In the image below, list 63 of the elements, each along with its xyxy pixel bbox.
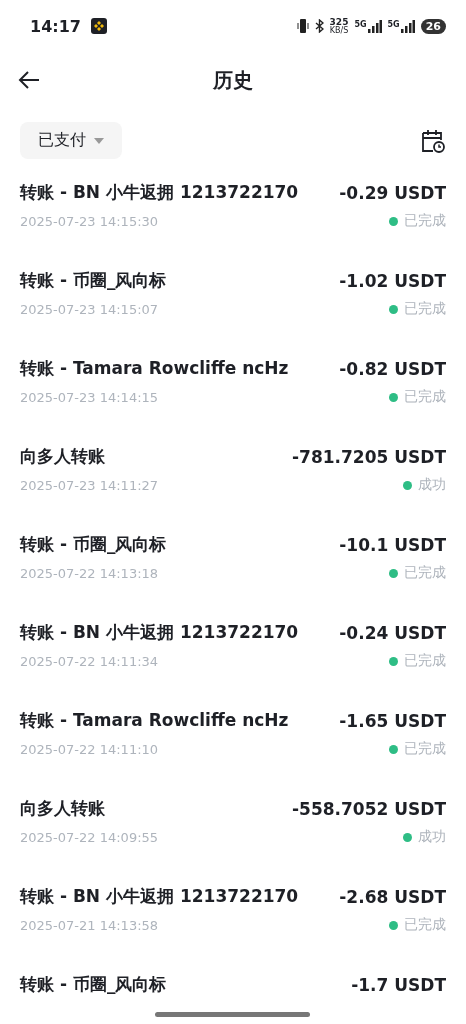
transaction-time: 2025-07-23 14:11:27 bbox=[20, 477, 159, 493]
status-dot bbox=[389, 216, 398, 226]
signal-icon bbox=[367, 19, 382, 33]
transaction-status: 已完成 bbox=[404, 740, 446, 758]
status-dot bbox=[389, 744, 398, 754]
status-dot bbox=[403, 832, 412, 842]
signal-icon bbox=[400, 19, 415, 33]
network-type: 5G bbox=[354, 19, 367, 29]
transaction-amount: -0.24 USDT bbox=[339, 622, 446, 643]
status-dot bbox=[389, 392, 398, 402]
filter-dropdown[interactable]: 已支付 bbox=[20, 122, 122, 159]
transaction-title: 转账 - BN 小牛返拥 1213722170 bbox=[20, 885, 299, 908]
transaction-title: 转账 - Tamara Rowcliffe ncHz bbox=[20, 709, 289, 732]
bluetooth-icon bbox=[314, 19, 324, 33]
dropdown-caret-icon bbox=[94, 137, 104, 144]
status-dot bbox=[389, 656, 398, 666]
transaction-amount: -781.7205 USDT bbox=[292, 446, 446, 467]
calendar-clock-icon[interactable] bbox=[420, 127, 446, 154]
transaction-amount: -0.82 USDT bbox=[339, 358, 446, 379]
network-type: 5G bbox=[387, 19, 400, 29]
transaction-title: 转账 - BN 小牛返拥 1213722170 bbox=[20, 181, 299, 204]
transaction-amount: -0.29 USDT bbox=[339, 182, 446, 203]
battery-level: 26 bbox=[420, 18, 446, 34]
transaction-title: 转账 - 币圈_风向标 bbox=[20, 533, 167, 556]
transaction-status: 已完成 bbox=[404, 300, 446, 318]
back-arrow-icon[interactable] bbox=[18, 70, 40, 90]
transaction-title: 转账 - 币圈_风向标 bbox=[20, 269, 167, 292]
transaction-status: 已完成 bbox=[404, 212, 446, 230]
transaction-amount: -1.7 USDT bbox=[351, 974, 446, 995]
transaction-amount: -10.1 USDT bbox=[339, 534, 446, 555]
status-dot bbox=[389, 304, 398, 314]
transaction-status: 已完成 bbox=[404, 916, 446, 934]
transaction-title: 转账 - Tamara Rowcliffe ncHz bbox=[20, 357, 289, 380]
transaction-amount: -1.65 USDT bbox=[339, 710, 446, 731]
network-speed: 325 bbox=[329, 17, 349, 27]
clock-time: 14:17 bbox=[30, 16, 81, 36]
app-icon bbox=[90, 18, 107, 34]
status-dot bbox=[389, 568, 398, 578]
transaction-time: 2025-07-21 14:13:58 bbox=[20, 917, 159, 933]
page-title: 历史 bbox=[213, 67, 253, 92]
transaction-title: 转账 - 币圈_风向标 bbox=[20, 973, 167, 996]
transaction-title: 向多人转账 bbox=[20, 797, 105, 820]
transaction-status: 成功 bbox=[418, 476, 446, 494]
transaction-time: 2025-07-23 14:15:07 bbox=[20, 301, 159, 317]
transaction-status: 成功 bbox=[418, 828, 446, 846]
transaction-amount: -558.7052 USDT bbox=[292, 798, 446, 819]
status-dot bbox=[403, 480, 412, 490]
transaction-amount: -1.02 USDT bbox=[339, 270, 446, 291]
vibrate-icon bbox=[296, 18, 309, 34]
transaction-time: 2025-07-22 14:13:18 bbox=[20, 565, 159, 581]
transaction-status: 已完成 bbox=[404, 388, 446, 406]
transaction-status: 已完成 bbox=[404, 652, 446, 670]
speed-unit: KB/S bbox=[329, 26, 349, 35]
transaction-status: 已完成 bbox=[404, 564, 446, 582]
transaction-title: 向多人转账 bbox=[20, 445, 105, 468]
transaction-time: 2025-07-22 14:09:55 bbox=[20, 829, 159, 845]
transaction-amount: -2.68 USDT bbox=[339, 886, 446, 907]
transaction-time: 2025-07-23 14:15:30 bbox=[20, 213, 159, 229]
transaction-time: 2025-07-23 14:14:15 bbox=[20, 389, 159, 405]
status-dot bbox=[389, 920, 398, 930]
transaction-title: 转账 - BN 小牛返拥 1213722170 bbox=[20, 621, 299, 644]
transaction-time: 2025-07-22 14:11:10 bbox=[20, 741, 159, 757]
transaction-time: 2025-07-22 14:11:34 bbox=[20, 653, 159, 669]
